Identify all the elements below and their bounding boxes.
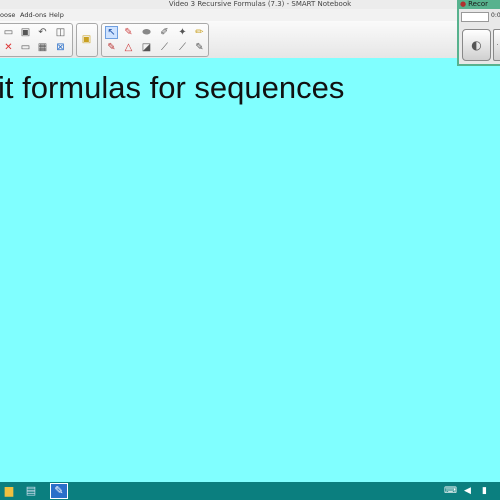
record-icon: ◐: [471, 38, 482, 52]
options-icon: ·: [496, 41, 499, 49]
undo-icon[interactable]: ↶: [36, 26, 49, 39]
screen-shade-icon[interactable]: ▭: [19, 41, 32, 54]
network-tray-icon[interactable]: ▮: [482, 485, 487, 497]
shapes-icon[interactable]: △: [122, 41, 135, 54]
record-button[interactable]: ◐: [462, 29, 491, 61]
table-icon[interactable]: ▦: [36, 41, 49, 54]
menu-bar: oose Add-ons Help: [0, 9, 460, 21]
toolbar-group-drawing: ↖ ✎ ⬬ ✐ ✦ ✏ ✎ △ ◪ ⟋ ⟋ ✎: [101, 23, 209, 57]
lock-icon[interactable]: ▣: [80, 33, 93, 46]
page-heading: it formulas for sequences: [0, 70, 345, 105]
recorder-body: 0:0 ◐ ·: [459, 9, 500, 64]
fill-icon[interactable]: ◪: [140, 41, 153, 54]
delete-icon[interactable]: ✕: [2, 41, 15, 54]
capture-icon[interactable]: ◫: [54, 26, 67, 39]
wand-icon[interactable]: ✦: [176, 26, 189, 39]
taskbar: ▆ ▤ ✎ ⌨ ◀ ▮: [0, 482, 500, 500]
eraser-icon[interactable]: ⬬: [140, 26, 153, 39]
system-tray: ⌨ ◀ ▮: [442, 482, 500, 500]
properties-icon[interactable]: ✎: [193, 41, 206, 54]
network-icon[interactable]: ▤: [22, 483, 40, 499]
recorder-icon: ●: [460, 0, 467, 8]
file-explorer-icon[interactable]: ▆: [0, 483, 18, 499]
menu-item-add-ons[interactable]: Add-ons: [20, 9, 47, 21]
line-icon[interactable]: ⟋: [158, 41, 171, 54]
notebook-canvas[interactable]: it formulas for sequences: [0, 58, 500, 482]
pointer-pen-icon[interactable]: ⟋: [176, 41, 189, 54]
creative-pen-icon[interactable]: ✎: [105, 41, 118, 54]
new-page-icon[interactable]: ▭: [2, 26, 15, 39]
magic-pen-icon[interactable]: ✐: [158, 26, 171, 39]
pen-icon[interactable]: ✎: [122, 26, 135, 39]
toolbar-group-file: ▭ ▣ ↶ ◫ ✕ ▭ ▦ ⊠: [0, 23, 73, 57]
window-title: Video 3 Recursive Formulas (7.3) - SMART…: [168, 0, 352, 8]
toolbar: ▭ ▣ ↶ ◫ ✕ ▭ ▦ ⊠ ▣ ↖ ✎ ⬬ ✐ ✦ ✏ ✎ △ ◪ ⟋ ⟋ …: [0, 21, 460, 59]
full-screen-icon[interactable]: ⊠: [54, 41, 67, 54]
recorder-panel: ● Recor 0:0 ◐ ·: [457, 0, 500, 66]
highlighter-icon[interactable]: ✏: [193, 26, 206, 39]
smart-notebook-icon[interactable]: ✎: [50, 483, 68, 499]
recorder-source-field[interactable]: [461, 12, 489, 22]
recorder-header: ● Recor: [460, 0, 500, 9]
recorder-time: 0:0: [491, 12, 500, 19]
toolbar-group-lock: ▣: [76, 23, 98, 57]
select-icon[interactable]: ↖: [105, 26, 118, 39]
recorder-title: Recor: [468, 0, 488, 8]
menu-item-help[interactable]: Help: [49, 9, 64, 21]
volume-icon[interactable]: ◀: [464, 485, 471, 497]
menu-item-choose[interactable]: oose: [0, 9, 15, 21]
open-icon[interactable]: ▣: [19, 26, 32, 39]
keyboard-icon[interactable]: ⌨: [444, 485, 457, 497]
window-titlebar: Video 3 Recursive Formulas (7.3) - SMART…: [0, 0, 500, 9]
recorder-options-button[interactable]: ·: [493, 29, 500, 61]
